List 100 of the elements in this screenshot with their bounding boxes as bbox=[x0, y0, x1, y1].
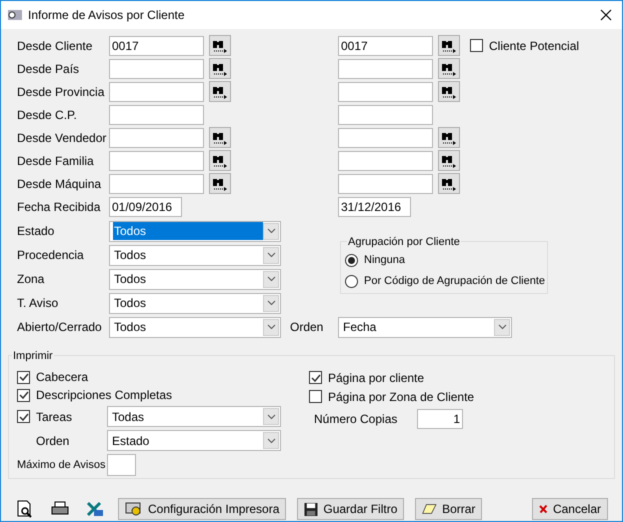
checkbox[interactable] bbox=[17, 410, 30, 424]
input-field[interactable] bbox=[107, 454, 136, 476]
field-label: Procedencia bbox=[17, 247, 85, 264]
input-field[interactable] bbox=[109, 174, 204, 194]
binoculars-icon bbox=[212, 62, 228, 76]
search-button[interactable] bbox=[438, 173, 460, 194]
binoculars-icon bbox=[212, 130, 228, 144]
input-field[interactable] bbox=[109, 104, 204, 124]
window-title: Informe de Avisos por Cliente bbox=[28, 7, 186, 24]
input-field[interactable] bbox=[338, 104, 433, 124]
dropdown[interactable]: Todos bbox=[109, 244, 281, 266]
chevron-icon bbox=[263, 432, 279, 450]
search-button[interactable] bbox=[438, 81, 460, 102]
input-field[interactable]: 0017 bbox=[338, 36, 433, 56]
dropdown[interactable]: Fecha bbox=[338, 316, 512, 338]
chevron-icon bbox=[263, 408, 279, 426]
radio-label: Por Código de Agrupación de Cliente bbox=[364, 274, 546, 290]
field-label: Desde Máquina bbox=[17, 176, 102, 192]
search-button[interactable] bbox=[438, 35, 460, 56]
search-button[interactable] bbox=[438, 58, 460, 79]
cancel-button[interactable]: Cancelar bbox=[532, 498, 608, 520]
dropdown[interactable]: Todos bbox=[109, 268, 281, 290]
input-field[interactable] bbox=[338, 128, 433, 148]
print-preview-icon[interactable] bbox=[16, 500, 34, 518]
checkbox[interactable] bbox=[17, 388, 30, 402]
input-field[interactable] bbox=[109, 82, 204, 102]
search-button[interactable] bbox=[209, 81, 231, 102]
binoculars-icon bbox=[212, 154, 228, 168]
field-label: Número Copias bbox=[314, 410, 398, 428]
dropdown[interactable]: Estado bbox=[107, 430, 281, 452]
binoculars-icon bbox=[441, 154, 457, 168]
binoculars-icon bbox=[441, 38, 457, 52]
search-button[interactable] bbox=[209, 127, 231, 148]
input-field[interactable]: 1 bbox=[417, 408, 463, 428]
save-button[interactable]: Guardar Filtro bbox=[297, 498, 404, 520]
field-label: Zona bbox=[17, 271, 46, 288]
binoculars-icon bbox=[212, 176, 228, 190]
dropdown[interactable]: Todos bbox=[109, 316, 281, 338]
checkbox-label: Página por Zona de Cliente bbox=[328, 388, 474, 406]
input-field[interactable]: 31/12/2016 bbox=[338, 196, 411, 216]
search-button[interactable] bbox=[209, 35, 231, 56]
checkbox-label: Cliente Potencial bbox=[489, 38, 580, 54]
input-field[interactable]: 0017 bbox=[109, 36, 204, 56]
printer-icon[interactable] bbox=[51, 501, 69, 517]
dropdown[interactable]: Todos bbox=[109, 220, 281, 242]
checkbox-label: Página por cliente bbox=[328, 370, 424, 386]
dropdown[interactable]: Todas bbox=[107, 406, 281, 428]
binoculars-icon bbox=[441, 176, 457, 190]
checkbox[interactable] bbox=[470, 39, 483, 52]
field-label: Desde Vendedor bbox=[17, 130, 108, 146]
field-label: Máximo de Avisos bbox=[17, 458, 106, 474]
chevron-icon bbox=[263, 246, 279, 264]
field-label: Orden bbox=[35, 432, 70, 450]
field-label: Estado bbox=[17, 223, 56, 240]
input-field[interactable] bbox=[109, 128, 204, 148]
input-field[interactable] bbox=[338, 174, 433, 194]
group-title: Agrupación por Cliente bbox=[347, 234, 461, 250]
radio-label: Ninguna bbox=[364, 253, 405, 268]
checkbox[interactable] bbox=[309, 390, 322, 403]
search-button[interactable] bbox=[209, 150, 231, 171]
erase-button[interactable]: Borrar bbox=[415, 498, 482, 520]
input-field[interactable] bbox=[109, 58, 204, 78]
checkbox-label: Tareas bbox=[36, 408, 72, 426]
chevron-icon bbox=[263, 318, 279, 336]
binoculars-icon bbox=[441, 130, 457, 144]
input-field[interactable] bbox=[109, 150, 204, 170]
group-title: Imprimir bbox=[12, 348, 54, 364]
input-field[interactable]: 01/09/2016 bbox=[109, 196, 182, 216]
field-label: Orden bbox=[290, 319, 324, 336]
binoculars-icon bbox=[212, 84, 228, 98]
radio-button[interactable] bbox=[345, 275, 358, 288]
field-label: Desde C.P. bbox=[17, 106, 78, 124]
search-button[interactable] bbox=[209, 173, 231, 194]
field-label: Desde País bbox=[17, 60, 80, 78]
field-label: T. Aviso bbox=[17, 295, 60, 312]
input-field[interactable] bbox=[338, 150, 433, 170]
input-field[interactable] bbox=[338, 82, 433, 102]
field-label: Desde Cliente bbox=[17, 38, 94, 54]
checkbox-label: Cabecera bbox=[36, 369, 88, 386]
search-button[interactable] bbox=[438, 127, 460, 148]
radio-button[interactable] bbox=[345, 254, 358, 267]
field-label: Desde Familia bbox=[17, 152, 95, 170]
field-label: Desde Provincia bbox=[17, 84, 106, 100]
search-button[interactable] bbox=[438, 150, 460, 171]
checkbox-label: Descripciones Completas bbox=[36, 387, 172, 404]
field-label: Fecha Recibida bbox=[17, 198, 102, 216]
checkbox[interactable] bbox=[17, 370, 30, 384]
binoculars-icon bbox=[441, 84, 457, 98]
chevron-icon bbox=[263, 222, 279, 240]
dropdown[interactable]: Todos bbox=[109, 292, 281, 314]
checkbox[interactable] bbox=[309, 371, 322, 384]
field-label: Abierto/Cerrado bbox=[17, 319, 103, 336]
input-field[interactable] bbox=[338, 58, 433, 78]
config-button[interactable]: Configuración Impresora bbox=[118, 498, 286, 520]
search-button[interactable] bbox=[209, 58, 231, 79]
close-icon[interactable] bbox=[600, 9, 612, 21]
export-icon[interactable] bbox=[86, 501, 104, 517]
chevron-icon bbox=[263, 294, 279, 312]
eraser-icon bbox=[422, 502, 438, 516]
app-icon bbox=[7, 8, 23, 22]
